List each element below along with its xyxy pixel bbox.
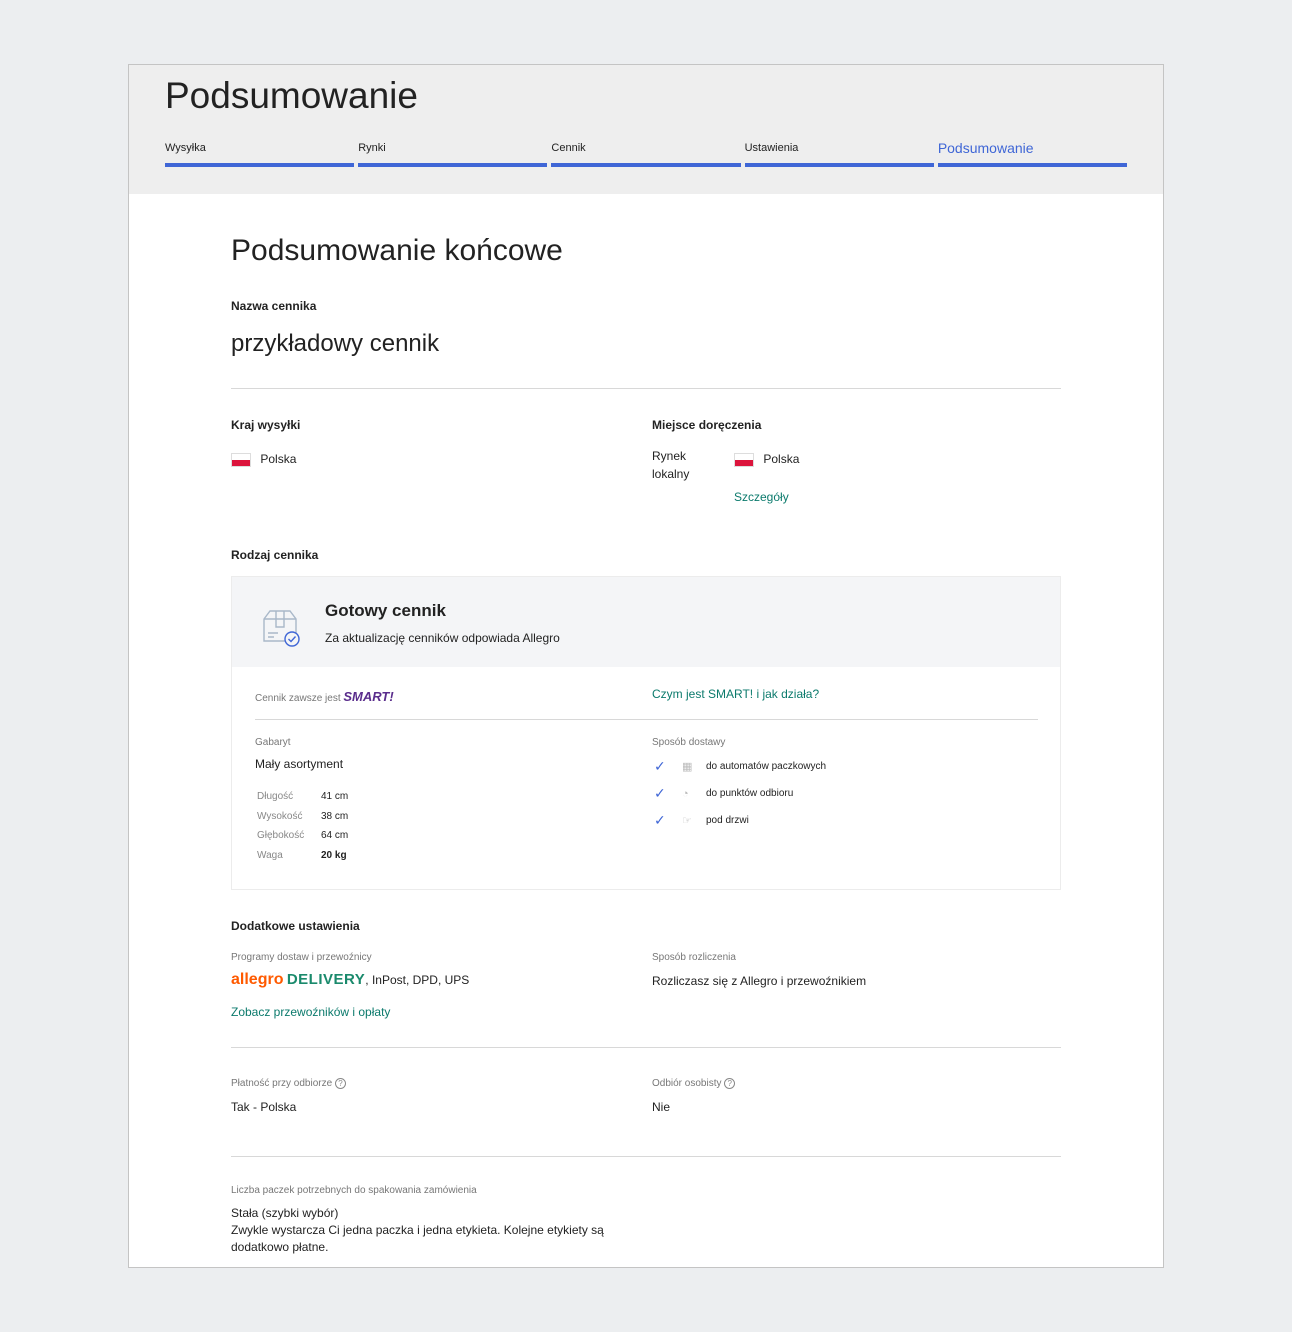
carriers-list: , InPost, DPD, UPS [365, 973, 470, 987]
delivery-method-label: pod drzwi [706, 815, 749, 826]
programs-label: Programy dostaw i przewoźnicy [231, 952, 372, 963]
size-label: Gabaryt [255, 737, 291, 748]
settlement-label: Sposób rozliczenia [652, 952, 736, 963]
carriers: allegro DELIVERY, InPost, DPD, UPS [231, 971, 469, 989]
step-rynki[interactable]: Rynki [358, 141, 548, 167]
card-title: Gotowy cennik [325, 601, 446, 620]
poland-flag-icon [734, 452, 754, 467]
price-list-type-card: Gotowy cennik Za aktualizację cenników o… [231, 576, 1061, 890]
carriers-fees-link[interactable]: Zobacz przewoźników i opłaty [231, 1005, 390, 1019]
step-podsumowanie[interactable]: Podsumowanie [937, 140, 1128, 167]
dimension-key: Głębokość [257, 830, 305, 842]
delivery-method-label: do automatów paczkowych [706, 761, 827, 772]
delivery-logo: DELIVERY [286, 971, 366, 988]
dimension-key: Waga [257, 849, 283, 861]
step-cennik[interactable]: Cennik [551, 141, 741, 167]
help-icon[interactable]: ? [334, 1078, 346, 1089]
poland-flag-icon [231, 452, 251, 467]
price-list-name-label: Nazwa cennika [231, 299, 317, 313]
card-subtitle: Za aktualizację cenników odpowiada Alleg… [325, 631, 560, 645]
divider [255, 719, 1038, 720]
delivery-method-item: ✓ ◔ do punktów odbioru [654, 780, 826, 807]
pickup-label: Odbiór osobisty [652, 1078, 722, 1090]
pickup-value: Nie [652, 1100, 671, 1114]
window: Podsumowanie Wysyłka Rynki Cennik Ustawi… [128, 64, 1164, 1268]
parcels-label: Liczba paczek potrzebnych do spakowania … [231, 1185, 477, 1196]
door-delivery-icon: ☞ [682, 815, 692, 827]
stepper: Wysyłka Rynki Cennik Ustawienia Podsumow… [165, 140, 1128, 167]
cod-value: Tak - Polska [231, 1100, 297, 1114]
cod-label: Płatność przy odbiorze [231, 1078, 333, 1090]
market-label-line1: Rynek [652, 449, 687, 463]
step-label: Rynki [358, 142, 386, 154]
dimension-row: Długość 41 cm [257, 787, 348, 807]
market-label: Rynek lokalny [652, 447, 689, 483]
divider [231, 388, 1061, 389]
check-icon: ✓ [654, 812, 666, 828]
market-label-line2: lokalny [652, 467, 690, 481]
step-ustawienia[interactable]: Ustawienia [744, 141, 934, 167]
settlement-value: Rozliczasz się z Allegro i przewoźnikiem [652, 974, 867, 988]
smart-info-link[interactable]: Czym jest SMART! i jak działa? [652, 687, 819, 701]
dimension-row: Wysokość 38 cm [257, 807, 348, 827]
step-label: Wysyłka [165, 142, 206, 154]
dimension-row: Głębokość 64 cm [257, 826, 348, 846]
delivery-methods-list: ✓ ▦ do automatów paczkowych ✓ ◔ do punkt… [654, 753, 826, 834]
delivery-method-label: Sposób dostawy [652, 737, 726, 748]
divider [231, 1047, 1061, 1048]
divider [231, 1156, 1061, 1157]
delivery-method-item: ✓ ☞ pod drzwi [654, 807, 826, 834]
section-title: Podsumowanie końcowe [231, 234, 563, 267]
market-country-value: Polska [763, 452, 800, 466]
help-icon[interactable]: ? [724, 1078, 736, 1089]
allegro-logo: allegro [231, 971, 284, 988]
ship-country-value: Polska [260, 452, 297, 466]
market-country: Polska [734, 452, 799, 467]
details-link[interactable]: Szczegóły [734, 490, 789, 504]
smart-prefix: Cennik zawsze jest [255, 693, 341, 704]
price-list-type-label: Rodzaj cennika [231, 548, 319, 562]
step-label: Cennik [551, 142, 586, 154]
extra-settings-label: Dodatkowe ustawienia [231, 919, 360, 933]
dimension-key: Wysokość [257, 810, 303, 822]
pickup-label-row: Odbiór osobisty ? [652, 1078, 736, 1090]
dimension-value: 20 kg [321, 849, 347, 861]
parcel-locker-icon: ▦ [682, 761, 693, 773]
dimension-key: Długość [257, 791, 294, 803]
package-check-icon [263, 610, 300, 647]
delivery-place-label: Miejsce doręczenia [652, 418, 762, 432]
smart-logo: SMART! [343, 689, 394, 704]
parcels-value-line: Stała (szybki wybór) [231, 1206, 339, 1220]
delivery-method-item: ✓ ▦ do automatów paczkowych [654, 753, 826, 780]
dimension-value: 38 cm [321, 810, 349, 822]
dimensions-list: Długość 41 cm Wysokość 38 cm Głębokość 64 c… [257, 787, 348, 865]
smart-row: Cennik zawsze jest SMART! [255, 689, 394, 704]
dimension-value: 41 cm [321, 791, 349, 803]
step-label: Ustawienia [744, 142, 799, 154]
cod-label-row: Płatność przy odbiorze ? [231, 1078, 346, 1089]
price-list-name-value: przykładowy cennik [231, 330, 440, 357]
parcels-value: Stała (szybki wybór) Zwykle wystarcza Ci… [231, 1205, 604, 1256]
card-header: Gotowy cennik Za aktualizację cenników o… [232, 577, 1060, 667]
ship-country-label: Kraj wysyłki [231, 418, 301, 432]
dimension-row: Waga 20 kg [257, 846, 348, 866]
page-title: Podsumowanie [165, 75, 418, 116]
delivery-method-label: do punktów odbioru [706, 788, 794, 799]
dimension-value: 64 cm [321, 830, 349, 842]
step-wysylka[interactable]: Wysyłka [165, 141, 355, 167]
size-value: Mały asortyment [255, 757, 344, 771]
parcels-value-line: dodatkowo płatne. [231, 1240, 329, 1254]
ship-country: Polska [231, 452, 296, 467]
step-label: Podsumowanie [937, 140, 1034, 156]
wizard-header: Podsumowanie Wysyłka Rynki Cennik Ustawi… [129, 65, 1163, 194]
check-icon: ✓ [654, 758, 666, 774]
check-icon: ✓ [654, 785, 666, 801]
parcels-value-line: Zwykle wystarcza Ci jedna paczka i jedna… [231, 1223, 604, 1237]
pickup-point-icon: ◔ [682, 787, 689, 800]
